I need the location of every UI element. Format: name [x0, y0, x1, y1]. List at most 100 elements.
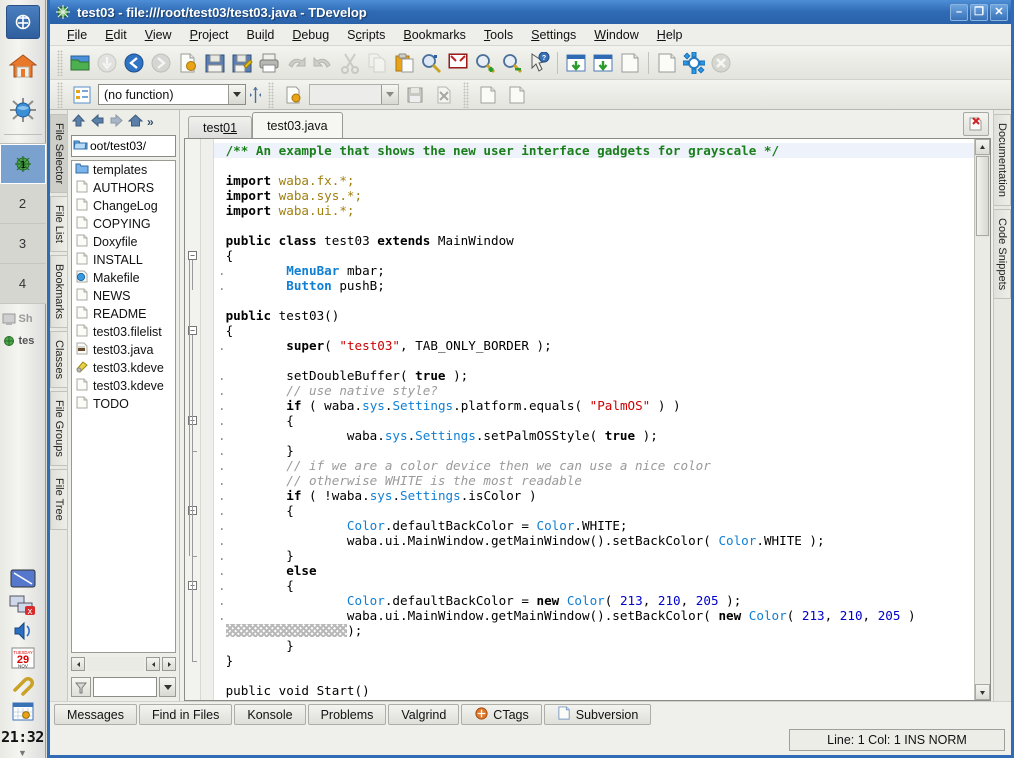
up-icon[interactable] — [71, 113, 86, 131]
icon-border[interactable] — [201, 139, 214, 700]
forward-icon[interactable] — [109, 113, 124, 131]
maximize-button[interactable]: ❐ — [970, 3, 988, 21]
network-disconnected-icon[interactable]: x — [9, 594, 37, 616]
volume-icon[interactable] — [9, 620, 37, 642]
korganizer-icon[interactable] — [9, 700, 37, 722]
code-line[interactable]: . if ( !waba.sys.Settings.isColor ) — [214, 488, 974, 503]
chevron-down-icon-2[interactable] — [381, 85, 398, 104]
code-line[interactable]: . { — [214, 578, 974, 593]
path-chevron-icon[interactable] — [167, 136, 175, 156]
build-project-icon[interactable] — [563, 50, 589, 76]
zoom-in-icon[interactable] — [472, 50, 498, 76]
task-button-test03[interactable]: tes — [0, 330, 46, 352]
code-line[interactable]: . { — [214, 413, 974, 428]
code-text[interactable]: /** An example that shows the new user i… — [214, 139, 974, 700]
docktab-file-tree[interactable]: File Tree — [50, 469, 67, 530]
code-line[interactable]: . super( "test03", TAB_ONLY_BORDER ); — [214, 338, 974, 353]
code-line[interactable]: import waba.sys.*; — [214, 188, 974, 203]
menu-help[interactable]: Help — [648, 26, 692, 44]
paste-icon[interactable] — [391, 50, 417, 76]
close-button[interactable]: ✕ — [990, 3, 1008, 21]
home-icon[interactable] — [127, 113, 144, 131]
desktop-4[interactable]: 4 — [0, 264, 46, 304]
menu-build[interactable]: Build — [238, 26, 284, 44]
bottom-tab-valgrind[interactable]: Valgrind — [388, 704, 460, 725]
menu-tools[interactable]: Tools — [475, 26, 522, 44]
file-list-item[interactable]: test03.kdeve — [72, 359, 175, 377]
file-list-item[interactable]: README — [72, 305, 175, 323]
code-line[interactable]: . // otherwise WHITE is the most readabl… — [214, 473, 974, 488]
scrollbar-thumb[interactable] — [976, 156, 989, 236]
path-combo[interactable]: oot/test03/ — [71, 135, 176, 157]
klipper-icon[interactable] — [9, 674, 37, 696]
file-list-item[interactable]: test03.java — [72, 341, 175, 359]
filter-input[interactable] — [93, 677, 157, 697]
filter-chevron-icon[interactable] — [159, 677, 176, 697]
code-line[interactable]: . waba.ui.MainWindow.getMainWindow().set… — [214, 608, 974, 623]
docktab-file-groups[interactable]: File Groups — [50, 391, 67, 467]
menu-view[interactable]: View — [136, 26, 181, 44]
editor-vscrollbar[interactable] — [974, 139, 990, 700]
scrollbar-track[interactable] — [975, 237, 990, 684]
panel-collapse-button[interactable]: ▼ — [0, 748, 46, 758]
horizontal-resize-handle[interactable] — [249, 85, 262, 105]
code-line[interactable]: { — [214, 323, 974, 338]
editor-tab-test03-java[interactable]: test03.java — [252, 112, 343, 138]
find-in-files-icon[interactable] — [445, 50, 471, 76]
code-line[interactable] — [214, 668, 974, 683]
build-file-icon[interactable] — [590, 50, 616, 76]
code-line[interactable]: import waba.ui.*; — [214, 203, 974, 218]
editor-tab-test01[interactable]: test01 — [188, 116, 253, 138]
scroll-left-icon[interactable] — [71, 657, 85, 671]
execute-icon[interactable] — [654, 50, 680, 76]
code-line[interactable]: . } — [214, 443, 974, 458]
minimize-button[interactable]: – — [950, 3, 968, 21]
file-list-item[interactable]: Makefile — [72, 269, 175, 287]
panel-clock[interactable]: 21:32 — [0, 724, 46, 748]
file-list-item[interactable]: test03.kdeve — [72, 377, 175, 395]
file-list-item[interactable]: templates — [72, 161, 175, 179]
open-file-icon[interactable] — [67, 50, 93, 76]
save-as-icon[interactable] — [229, 50, 255, 76]
toolbar-grip-3[interactable] — [463, 81, 469, 108]
menu-debug[interactable]: Debug — [283, 26, 338, 44]
configure-icon[interactable] — [681, 50, 707, 76]
file-list-item[interactable]: Doxyfile — [72, 233, 175, 251]
code-line[interactable]: public test03() — [214, 308, 974, 323]
back-arrow-icon[interactable] — [121, 50, 147, 76]
file-list-item[interactable]: INSTALL — [72, 251, 175, 269]
code-line[interactable]: . // use native style? — [214, 383, 974, 398]
code-line[interactable]: . { — [214, 503, 974, 518]
code-line[interactable]: . Color.defaultBackColor = Color.WHITE; — [214, 518, 974, 533]
new-file-icon[interactable] — [175, 50, 201, 76]
docktab-file-list[interactable]: File List — [50, 196, 67, 253]
bottom-tab-messages[interactable]: Messages — [54, 704, 137, 725]
menu-project[interactable]: Project — [181, 26, 238, 44]
desktop-2[interactable]: 2 — [0, 184, 46, 224]
save-icon[interactable] — [202, 50, 228, 76]
toolbar-grip-2[interactable] — [268, 81, 274, 108]
fold-collapse-icon[interactable]: − — [188, 251, 197, 260]
function-combo[interactable]: (no function) — [98, 84, 246, 105]
code-line[interactable]: . if ( waba.sys.Settings.platform.equals… — [214, 398, 974, 413]
menu-scripts[interactable]: Scripts — [338, 26, 394, 44]
menu-file[interactable]: File — [58, 26, 96, 44]
code-line[interactable]: . } — [214, 548, 974, 563]
file-list-hscrollbar[interactable] — [71, 655, 176, 673]
code-line[interactable]: . else — [214, 563, 974, 578]
prev-document-icon[interactable] — [475, 82, 501, 108]
toolbar-grip[interactable] — [57, 81, 63, 108]
scroll-down-icon[interactable] — [975, 684, 990, 700]
filter-icon[interactable] — [71, 677, 91, 697]
next-document-icon[interactable] — [504, 82, 530, 108]
file-list-item[interactable]: NEWS — [72, 287, 175, 305]
whats-this-icon[interactable]: ? — [526, 50, 552, 76]
code-line[interactable]: . waba.ui.MainWindow.getMainWindow().set… — [214, 533, 974, 548]
code-line[interactable]: import waba.fx.*; — [214, 173, 974, 188]
bottom-tab-find-in-files[interactable]: Find in Files — [138, 704, 233, 725]
file-list-item[interactable]: ChangeLog — [72, 197, 175, 215]
code-outline-icon[interactable] — [69, 82, 95, 108]
file-list-item[interactable]: TODO — [72, 395, 175, 413]
docktab-code-snippets[interactable]: Code Snippets — [994, 209, 1011, 300]
scroll-left-icon-2[interactable] — [146, 657, 160, 671]
